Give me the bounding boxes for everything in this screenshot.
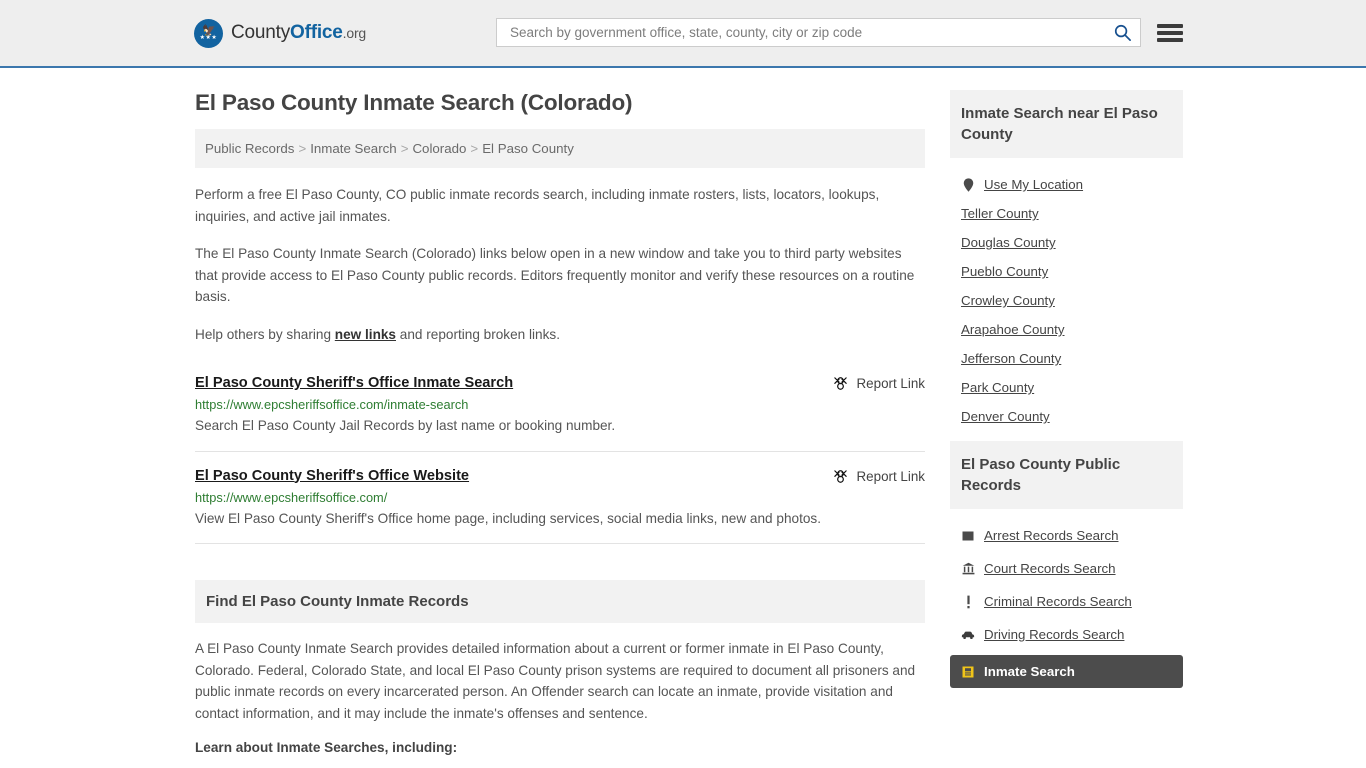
public-records-heading: El Paso County Public Records — [950, 441, 1183, 509]
breadcrumb-item-public-records[interactable]: Public Records — [205, 141, 294, 156]
breadcrumb: Public Records > Inmate Search > Colorado > El… — [195, 129, 925, 168]
sidebar-link[interactable]: Jefferson County — [961, 351, 1061, 366]
sidebar-item-pueblo-county[interactable]: Pueblo County — [950, 257, 1183, 286]
public-records-list: Arrest Records Search Court Records Sear… — [950, 509, 1183, 688]
sidebar-item-driving-records-search[interactable]: Driving Records Search — [950, 618, 1183, 651]
map-pin-icon — [961, 177, 975, 192]
eagle-seal-icon: 🦅 ★★★ — [194, 18, 223, 48]
broken-link-icon — [833, 469, 847, 483]
sidebar-link[interactable]: Pueblo County — [961, 264, 1048, 279]
new-links-link[interactable]: new links — [335, 327, 396, 342]
breadcrumb-item-inmate-search[interactable]: Inmate Search — [310, 141, 396, 156]
search-box[interactable] — [496, 18, 1141, 47]
nearby-inmate-search-card: Inmate Search near El Paso County Use My… — [950, 90, 1183, 431]
result-url: https://www.epcsheriffsoffice.com/ — [195, 489, 388, 505]
sidebar-item-denver-county[interactable]: Denver County — [950, 402, 1183, 431]
sidebar-item-douglas-county[interactable]: Douglas County — [950, 228, 1183, 257]
result-title-link[interactable]: El Paso County Sheriff's Office Website — [195, 468, 469, 484]
section-body-text: A El Paso County Inmate Search provides … — [195, 641, 916, 721]
fingerprint-card-icon — [961, 530, 975, 542]
page-title: El Paso County Inmate Search (Colorado) — [195, 90, 633, 115]
sidebar-item-inmate-search[interactable]: Inmate Search — [950, 655, 1183, 688]
sidebar-item-park-county[interactable]: Park County — [950, 373, 1183, 402]
broken-link-icon — [833, 377, 847, 390]
result-item: El Paso County Sheriff's Office Website … — [195, 452, 925, 544]
sidebar-item-use-my-location[interactable]: Use My Location — [950, 170, 1183, 199]
report-link-label: Report Link — [856, 376, 925, 391]
sidebar-link[interactable]: Court Records Search — [984, 561, 1116, 576]
intro-paragraph-3: Help others by sharing new links and rep… — [195, 324, 925, 346]
brand-part2: Office — [290, 22, 343, 43]
result-item: El Paso County Sheriff's Office Inmate S… — [195, 359, 925, 452]
sidebar-link[interactable]: Driving Records Search — [984, 627, 1124, 642]
sidebar-item-teller-county[interactable]: Teller County — [950, 199, 1183, 228]
report-link-button[interactable]: Report Link — [833, 376, 925, 391]
breadcrumb-separator: > — [470, 141, 479, 156]
site-logo[interactable]: 🦅 ★★★ CountyOffice.org — [194, 18, 366, 48]
brand-part1: County — [231, 22, 291, 43]
sidebar-link[interactable]: Use My Location — [984, 177, 1083, 192]
breadcrumb-separator: > — [400, 141, 409, 156]
sidebar-item-crowley-county[interactable]: Crowley County — [950, 286, 1183, 315]
sidebar-item-arrest-records-search[interactable]: Arrest Records Search — [950, 519, 1183, 552]
search-icon — [1114, 24, 1131, 41]
sidebar-link[interactable]: Park County — [961, 380, 1034, 395]
sidebar-item-court-records-search[interactable]: Court Records Search — [950, 552, 1183, 585]
result-url: https://www.epcsheriffsoffice.com/inmate… — [195, 397, 469, 412]
search-button[interactable] — [1111, 23, 1134, 42]
car-icon — [961, 630, 975, 640]
nearby-list: Use My Location Teller County Douglas Co… — [950, 158, 1183, 431]
main-content: El Paso County Inmate Search (Colorado) … — [195, 90, 925, 768]
share-text-before: Help others by sharing — [195, 326, 335, 342]
sidebar-link[interactable]: Teller County — [961, 206, 1039, 221]
search-input[interactable] — [508, 24, 1111, 41]
result-description: Search El Paso County Jail Records by la… — [195, 418, 616, 433]
sidebar-link[interactable]: Inmate Search — [984, 664, 1075, 679]
intro-paragraph-2: The El Paso County Inmate Search (Colora… — [195, 246, 915, 304]
sidebar-item-criminal-records-search[interactable]: Criminal Records Search — [950, 585, 1183, 618]
report-link-label: Report Link — [856, 468, 925, 484]
site-header: 🦅 ★★★ CountyOffice.org — [0, 0, 1366, 68]
result-title-link[interactable]: El Paso County Sheriff's Office Inmate S… — [195, 375, 513, 391]
id-card-icon — [961, 666, 975, 678]
share-text-after: and reporting broken links. — [396, 326, 560, 342]
sidebar-link[interactable]: Criminal Records Search — [984, 594, 1132, 609]
exclamation-icon — [961, 595, 975, 609]
public-records-card: El Paso County Public Records Arrest Rec… — [950, 441, 1183, 688]
breadcrumb-separator: > — [298, 141, 307, 156]
courthouse-icon — [961, 562, 975, 575]
result-description: View El Paso County Sheriff's Office hom… — [195, 510, 821, 526]
sidebar-link[interactable]: Crowley County — [961, 293, 1055, 308]
nearby-heading: Inmate Search near El Paso County — [950, 90, 1183, 158]
page-body: El Paso County Inmate Search (Colorado) … — [0, 68, 1366, 768]
sidebar-link[interactable]: Douglas County — [961, 235, 1056, 250]
brand-tld: .org — [342, 25, 367, 41]
sidebar-link[interactable]: Arrest Records Search — [984, 528, 1119, 543]
learn-about-label: Learn about Inmate Searches, including: — [195, 740, 458, 755]
section-heading: Find El Paso County Inmate Records — [195, 580, 925, 623]
breadcrumb-item-colorado[interactable]: Colorado — [412, 141, 466, 156]
brand-wordmark: CountyOffice.org — [231, 22, 366, 44]
sidebar-link[interactable]: Denver County — [961, 409, 1050, 424]
report-link-button[interactable]: Report Link — [833, 469, 925, 484]
sidebar-link[interactable]: Arapahoe County — [961, 322, 1065, 337]
header-search-area — [496, 18, 1183, 47]
intro-paragraph-1: Perform a free El Paso County, CO public… — [195, 187, 880, 224]
sidebar-item-jefferson-county[interactable]: Jefferson County — [950, 344, 1183, 373]
sidebar: Inmate Search near El Paso County Use My… — [950, 90, 1183, 768]
breadcrumb-item-el-paso-county[interactable]: El Paso County — [482, 141, 574, 156]
sidebar-item-arapahoe-county[interactable]: Arapahoe County — [950, 315, 1183, 344]
hamburger-menu-icon[interactable] — [1157, 22, 1183, 44]
